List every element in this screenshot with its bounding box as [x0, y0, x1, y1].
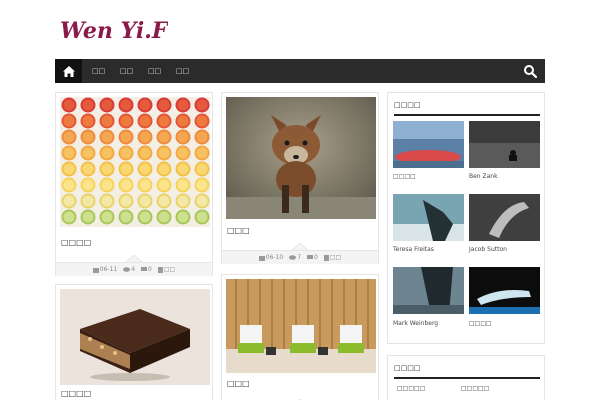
logo-text: Wen Yi.Fr: [60, 18, 168, 44]
gallery-caption[interactable]: Jacob Sutton: [469, 246, 507, 253]
gallery-thumb[interactable]: [393, 121, 464, 168]
post-title[interactable]: □□□□: [61, 238, 91, 247]
gallery-caption[interactable]: Teresa Freitas: [393, 246, 434, 253]
nav-home-button[interactable]: [55, 59, 82, 83]
post-date: 06-11: [92, 266, 117, 273]
calendar-icon: [92, 267, 99, 273]
post-comments[interactable]: 0: [307, 254, 318, 261]
comment-icon: [141, 267, 148, 271]
widget-title: □□□□: [394, 101, 421, 109]
post-title[interactable]: □□□□: [61, 389, 91, 398]
post-card[interactable]: □□□: [221, 274, 379, 400]
site-logo[interactable]: Wen Yi.Fr: [58, 10, 180, 50]
post-meta: 06-10 7 0 □□: [222, 250, 378, 264]
post-card[interactable]: □□□□ 06-11 4 0 □□: [55, 92, 213, 276]
gallery-caption[interactable]: □□□□: [469, 320, 492, 327]
post-thumbnail[interactable]: [226, 97, 376, 219]
post-thumbnail[interactable]: [60, 289, 210, 385]
post-comments[interactable]: 0: [141, 266, 152, 273]
comment-icon: [307, 255, 314, 259]
gallery-caption[interactable]: Ben Zank: [469, 173, 498, 180]
post-more-link[interactable]: □□: [157, 266, 175, 273]
gallery-thumb[interactable]: [393, 194, 464, 241]
gallery-thumb[interactable]: [469, 121, 540, 168]
post-thumbnail[interactable]: [226, 279, 376, 373]
nav-item-4[interactable]: □□: [176, 59, 189, 83]
widget-link[interactable]: □□□□□: [397, 385, 425, 392]
search-icon[interactable]: [523, 64, 537, 78]
nav-item-2[interactable]: □□: [120, 59, 133, 83]
home-icon: [62, 65, 75, 77]
widget-title: □□□□: [394, 364, 421, 372]
post-views: 4: [123, 266, 135, 273]
text-widget: □□□□ □□□□□ □□□□□: [387, 355, 545, 400]
nav-item-1[interactable]: □□: [92, 59, 105, 83]
post-card[interactable]: □□□ 06-10 7 0 □□: [221, 92, 379, 264]
post-date: 06-10: [258, 254, 283, 261]
more-icon: [157, 266, 163, 273]
post-title[interactable]: □□□: [227, 226, 250, 235]
post-more-link[interactable]: □□: [323, 254, 341, 261]
more-icon: [323, 254, 329, 261]
post-thumbnail[interactable]: [60, 97, 210, 227]
widget-link[interactable]: □□□□□: [461, 385, 489, 392]
post-title[interactable]: □□□: [227, 379, 250, 388]
widget-divider: [394, 114, 540, 116]
gallery-widget: □□□□ □□□□ Ben Zank Teresa Freitas Jacob …: [387, 92, 545, 344]
post-card[interactable]: □□□□: [55, 284, 213, 400]
eye-icon: [289, 255, 297, 260]
eye-icon: [123, 267, 131, 272]
post-views: 7: [289, 254, 301, 261]
post-meta: 06-11 4 0 □□: [56, 262, 212, 276]
calendar-icon: [258, 255, 265, 261]
gallery-thumb[interactable]: [393, 267, 464, 314]
nav-item-3[interactable]: □□: [148, 59, 161, 83]
main-nav: □□ □□ □□ □□: [55, 59, 545, 83]
gallery-caption[interactable]: Mark Weinberg: [393, 320, 438, 327]
gallery-caption[interactable]: □□□□: [393, 173, 416, 180]
gallery-thumb[interactable]: [469, 194, 540, 241]
gallery-thumb[interactable]: [469, 267, 540, 314]
widget-divider: [394, 377, 540, 379]
